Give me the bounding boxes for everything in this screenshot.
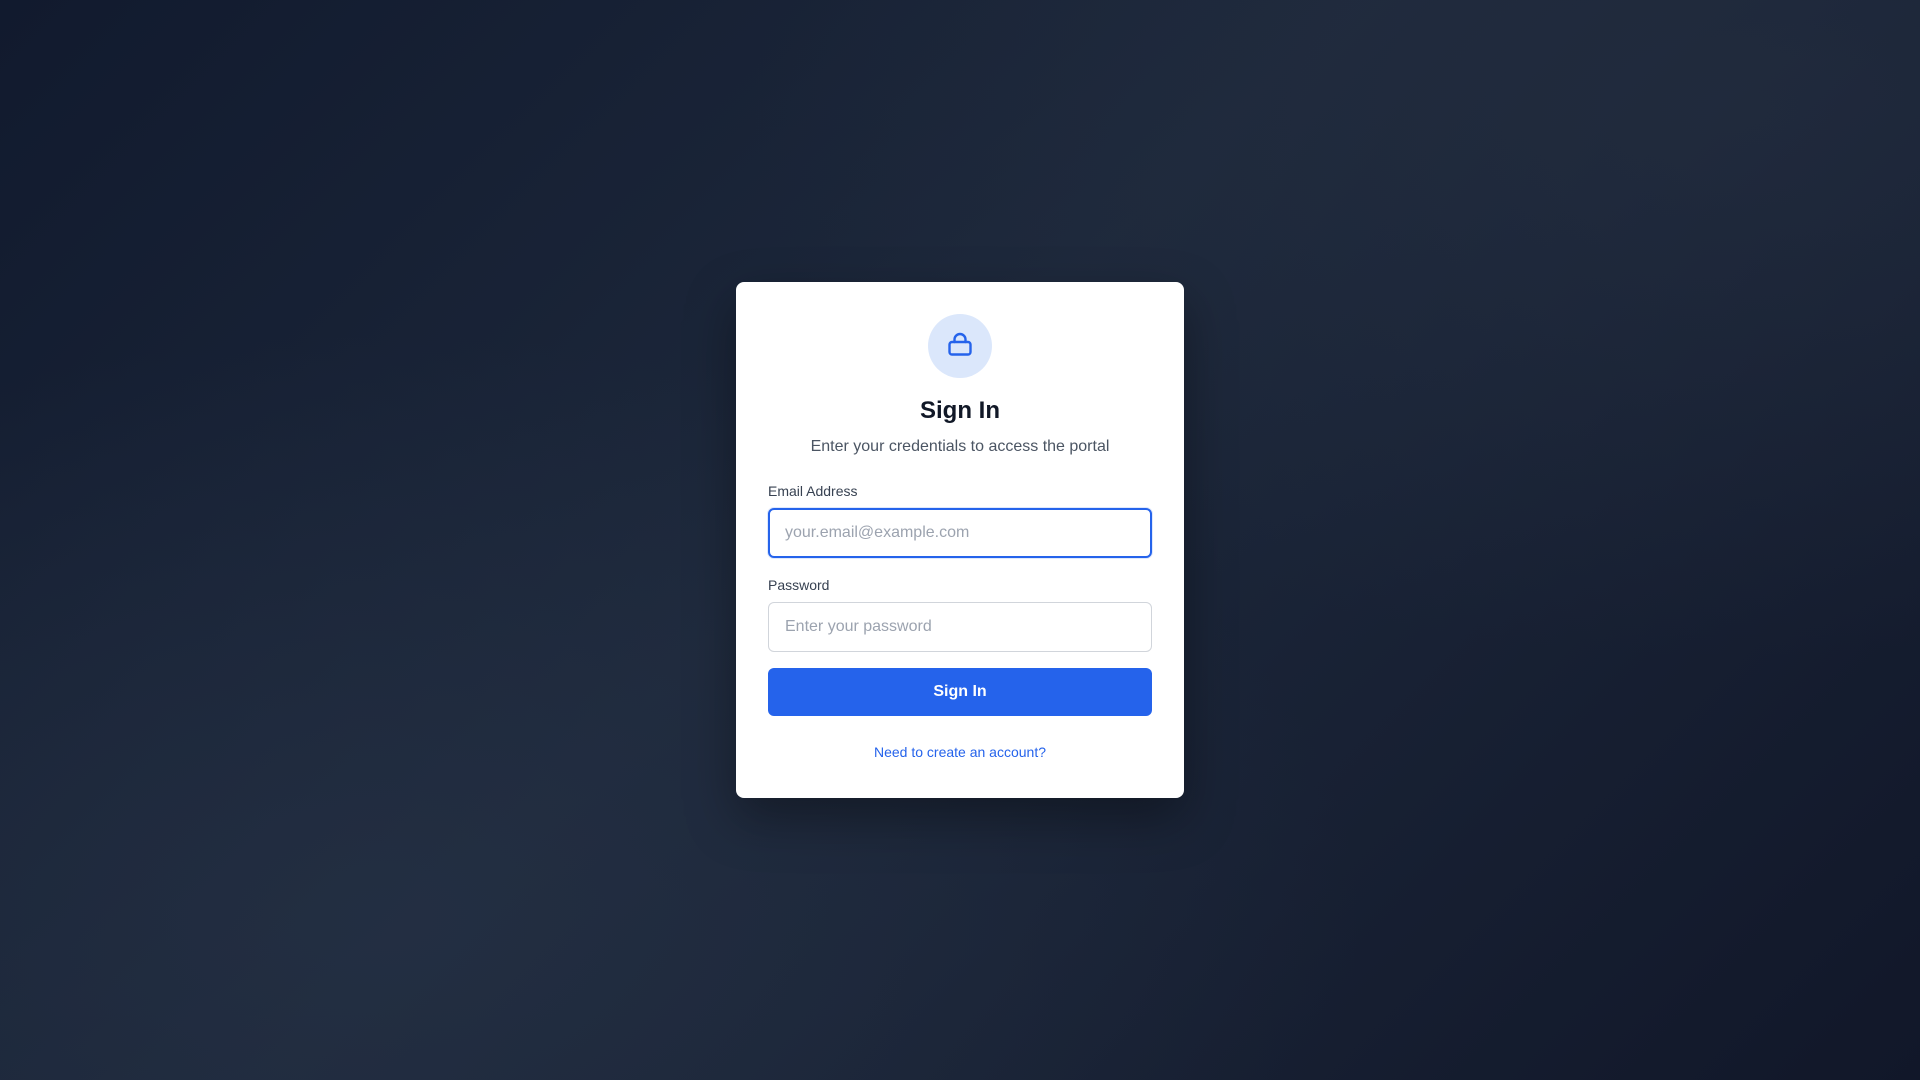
page-title: Sign In xyxy=(920,397,1000,424)
lock-icon xyxy=(946,330,974,363)
sign-in-button[interactable]: Sign In xyxy=(768,668,1152,716)
login-card: Sign In Enter your credentials to access… xyxy=(736,282,1184,798)
lock-icon-badge xyxy=(928,314,992,378)
password-field-group: Password xyxy=(768,576,1152,652)
password-input[interactable] xyxy=(768,602,1152,652)
email-field-group: Email Address xyxy=(768,482,1152,558)
email-input[interactable] xyxy=(768,508,1152,558)
page-subtitle: Enter your credentials to access the por… xyxy=(810,438,1110,455)
create-account-row: Need to create an account? xyxy=(768,744,1152,762)
create-account-link[interactable]: Need to create an account? xyxy=(874,744,1046,760)
email-label: Email Address xyxy=(768,483,858,499)
password-label: Password xyxy=(768,577,830,593)
